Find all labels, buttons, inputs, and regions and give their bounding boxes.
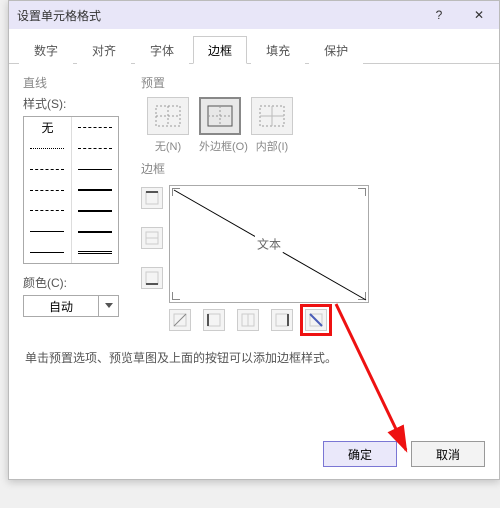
tab-alignment[interactable]: 对齐 bbox=[77, 36, 131, 64]
color-value: 自动 bbox=[23, 295, 99, 317]
color-label: 颜色(C): bbox=[23, 274, 123, 291]
line-style-item[interactable] bbox=[24, 180, 71, 201]
line-section-label: 直线 bbox=[23, 74, 123, 91]
line-style-item[interactable] bbox=[24, 242, 71, 263]
preset-inside[interactable]: 内部(I) bbox=[251, 97, 293, 154]
line-style-item[interactable] bbox=[72, 138, 118, 159]
tab-fill[interactable]: 填充 bbox=[251, 36, 305, 64]
line-style-none[interactable]: 无 bbox=[24, 117, 71, 138]
border-diag-down-button[interactable] bbox=[305, 309, 327, 331]
border-vmid-button[interactable] bbox=[237, 309, 259, 331]
titlebar: 设置单元格格式 ? ✕ bbox=[9, 1, 499, 29]
line-style-item[interactable] bbox=[24, 221, 71, 242]
border-diag-up-button[interactable] bbox=[169, 309, 191, 331]
help-button[interactable]: ? bbox=[419, 1, 459, 29]
tab-font[interactable]: 字体 bbox=[135, 36, 189, 64]
border-top-button[interactable] bbox=[141, 187, 163, 209]
preset-section-label: 预置 bbox=[141, 74, 485, 91]
border-section-label: 边框 bbox=[141, 160, 485, 177]
color-combo[interactable]: 自动 bbox=[23, 295, 123, 317]
hint-text: 单击预置选项、预览草图及上面的按钮可以添加边框样式。 bbox=[25, 349, 483, 366]
border-hmid-button[interactable] bbox=[141, 227, 163, 249]
preset-none[interactable]: 无(N) bbox=[147, 97, 189, 154]
line-style-item[interactable] bbox=[72, 200, 118, 221]
tab-protection[interactable]: 保护 bbox=[309, 36, 363, 64]
line-style-item[interactable] bbox=[24, 138, 71, 159]
tabs: 数字 对齐 字体 边框 填充 保护 bbox=[9, 29, 499, 64]
line-style-item[interactable] bbox=[72, 117, 118, 138]
dialog-title: 设置单元格格式 bbox=[17, 7, 419, 24]
border-left-button[interactable] bbox=[203, 309, 225, 331]
cancel-button[interactable]: 取消 bbox=[411, 441, 485, 467]
line-style-list[interactable]: 无 bbox=[23, 116, 119, 264]
line-style-item[interactable] bbox=[72, 159, 118, 180]
line-style-item[interactable] bbox=[72, 242, 118, 263]
border-right-button[interactable] bbox=[271, 309, 293, 331]
preset-outline[interactable]: 外边框(O) bbox=[199, 97, 241, 154]
line-style-item[interactable] bbox=[72, 221, 118, 242]
tab-border[interactable]: 边框 bbox=[193, 36, 247, 64]
border-preview[interactable]: 文本 bbox=[169, 185, 369, 303]
border-bottom-button[interactable] bbox=[141, 267, 163, 289]
tab-number[interactable]: 数字 bbox=[19, 36, 73, 64]
ok-button[interactable]: 确定 bbox=[323, 441, 397, 467]
format-cells-dialog: 设置单元格格式 ? ✕ 数字 对齐 字体 边框 填充 保护 直线 样式(S): … bbox=[8, 0, 500, 480]
chevron-down-icon[interactable] bbox=[99, 295, 119, 317]
line-style-item[interactable] bbox=[24, 159, 71, 180]
line-style-item[interactable] bbox=[72, 180, 118, 201]
preview-text: 文本 bbox=[255, 236, 283, 253]
style-label: 样式(S): bbox=[23, 95, 123, 112]
line-style-item[interactable] bbox=[24, 200, 71, 221]
close-button[interactable]: ✕ bbox=[459, 1, 499, 29]
